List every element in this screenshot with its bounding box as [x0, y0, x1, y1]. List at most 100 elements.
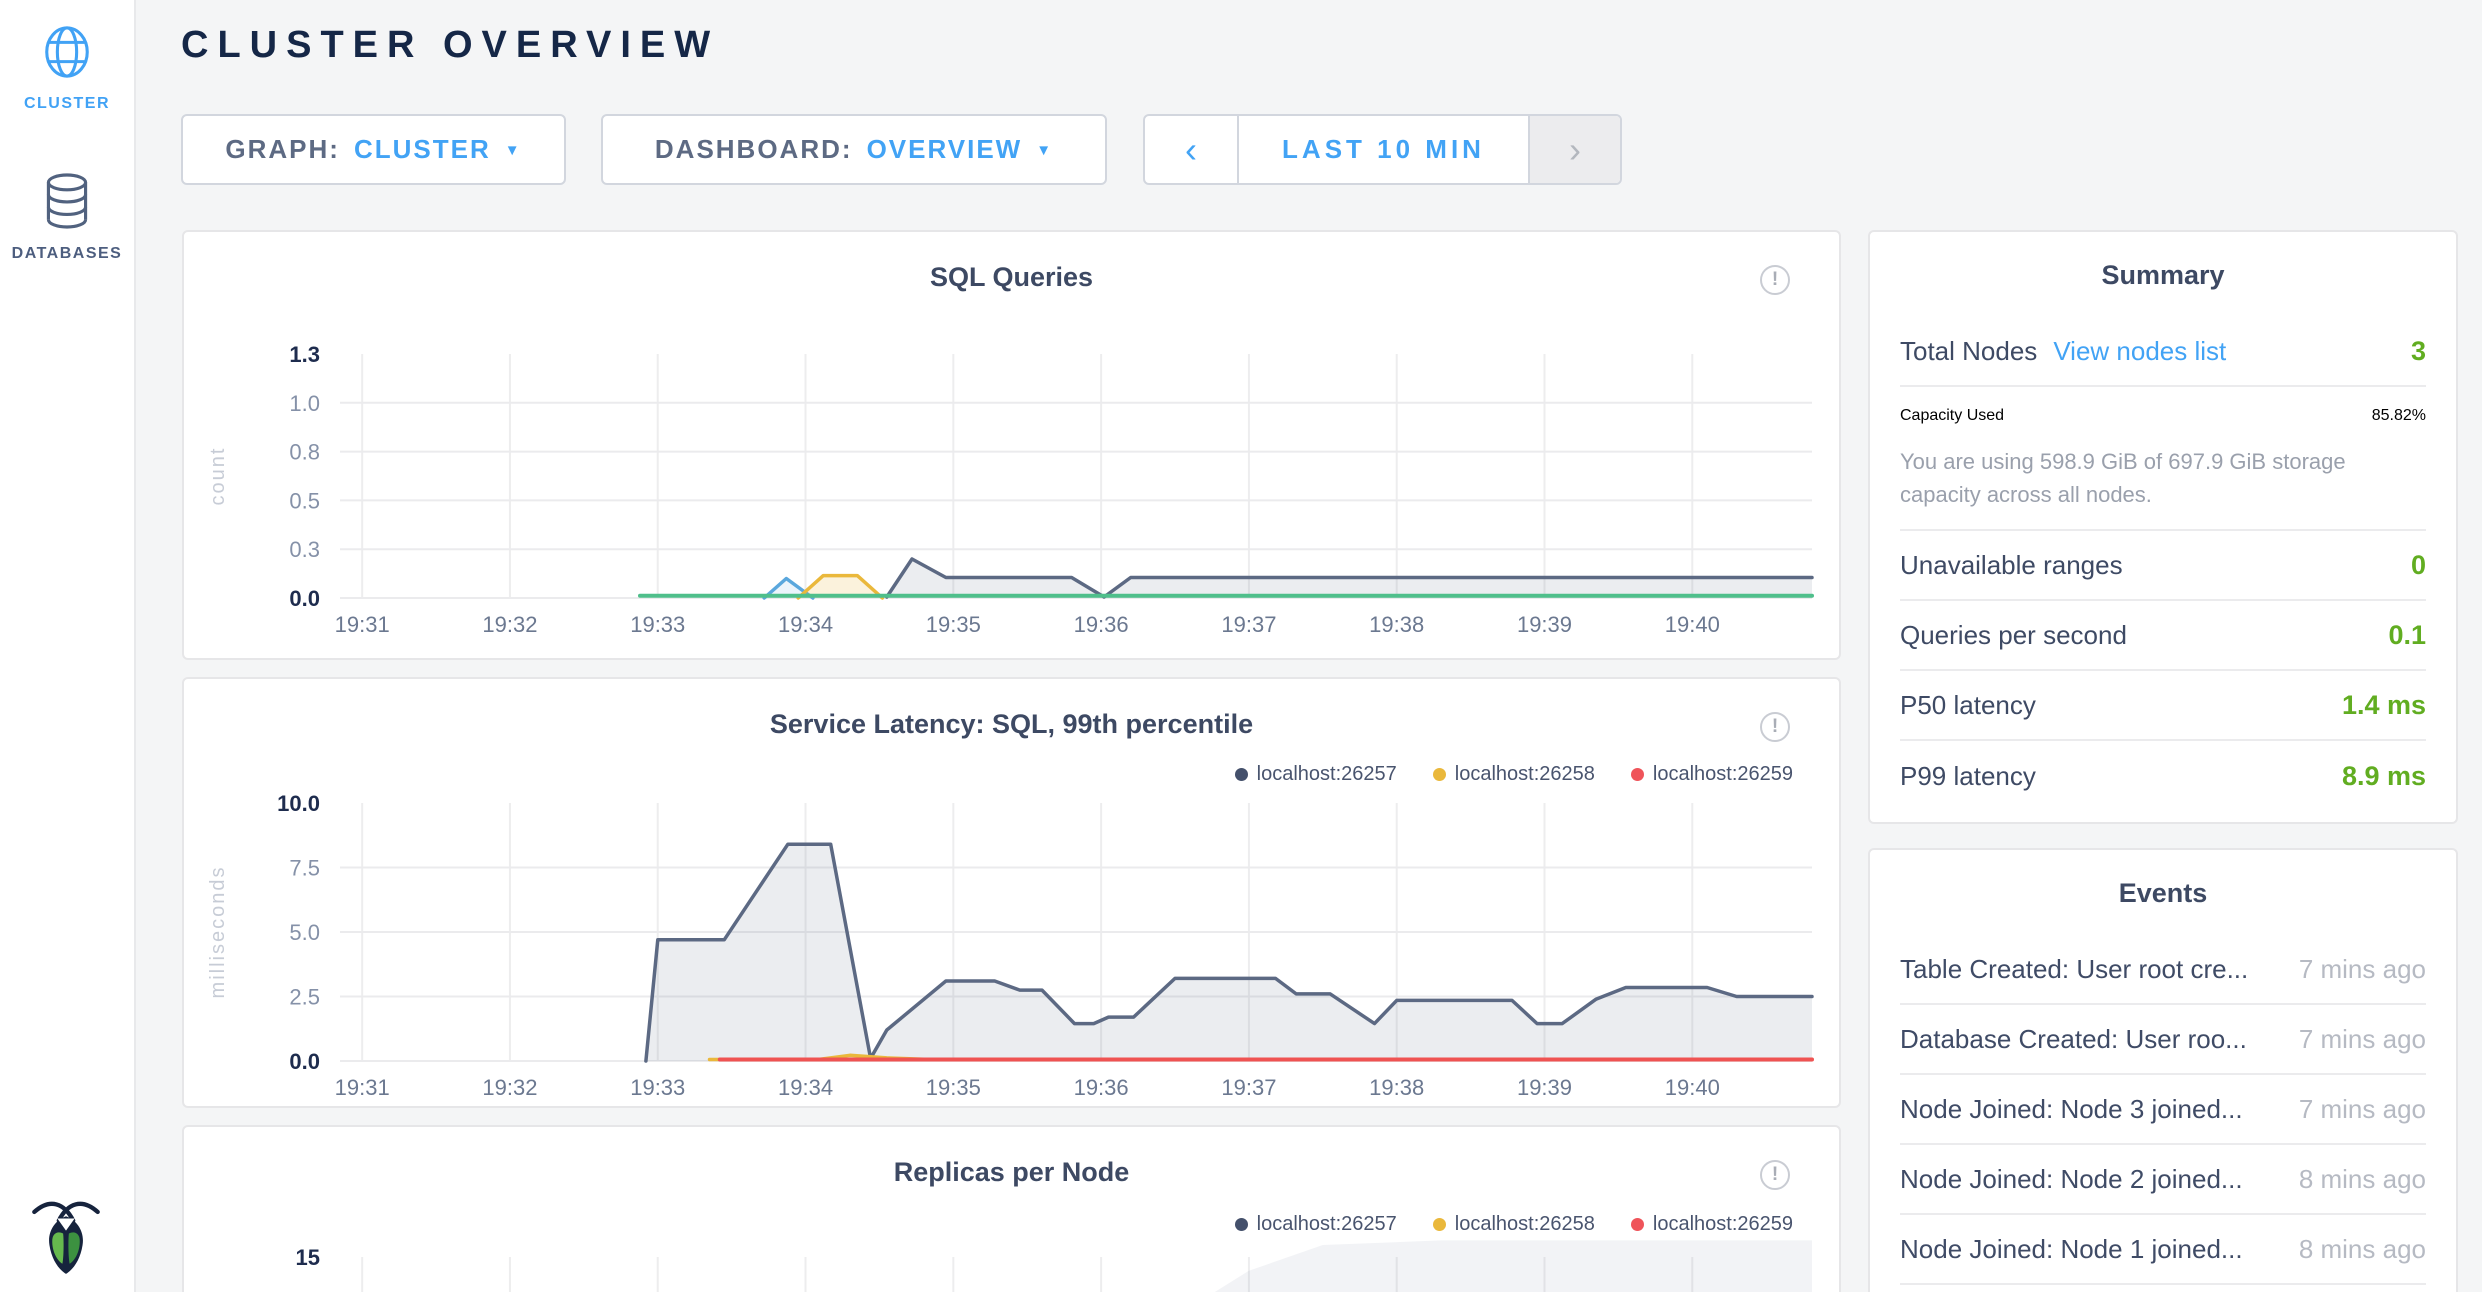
summary-value: 3 [2411, 336, 2426, 367]
legend-label: localhost:26259 [1653, 1213, 1793, 1236]
legend-dot-icon [1433, 1218, 1446, 1231]
sql-queries-card: 19:3119:3219:3319:3419:3519:3619:3719:38… [182, 230, 1841, 660]
chevron-right-icon: › [1569, 132, 1581, 168]
capacity-description: You are using 598.9 GiB of 697.9 GiB sto… [1900, 445, 2400, 511]
sidebar-item-databases[interactable]: DATABASES [0, 172, 134, 263]
info-icon[interactable]: ! [1760, 712, 1790, 742]
page-title: CLUSTER OVERVIEW [181, 24, 719, 67]
time-window-label[interactable]: LAST 10 MIN [1239, 116, 1528, 183]
dashboard-dropdown[interactable]: DASHBOARD: OVERVIEW ▼ [601, 114, 1107, 185]
summary-label: Total NodesView nodes list [1900, 336, 2226, 367]
summary-row-unavailable-ranges: Unavailable ranges 0 [1900, 531, 2426, 601]
events-title: Events [1870, 878, 2456, 909]
svg-text:19:33: 19:33 [630, 612, 685, 637]
svg-text:19:33: 19:33 [630, 1075, 685, 1100]
time-next-button[interactable]: › [1528, 116, 1620, 183]
summary-title: Summary [1870, 260, 2456, 291]
svg-text:19:36: 19:36 [1074, 1075, 1129, 1100]
event-text: Node Joined: Node 2 joined... [1900, 1164, 2243, 1195]
chevron-down-icon: ▼ [505, 142, 522, 159]
dashboard-dropdown-label: DASHBOARD: [655, 134, 853, 165]
legend-label: localhost:26257 [1257, 1213, 1397, 1236]
svg-text:19:38: 19:38 [1369, 612, 1424, 637]
cockroach-icon [30, 1192, 102, 1278]
graph-dropdown[interactable]: GRAPH: CLUSTER ▼ [181, 114, 566, 185]
svg-text:0.8: 0.8 [289, 440, 320, 465]
legend-item[interactable]: localhost:26257 [1235, 763, 1397, 786]
sidebar: CLUSTER DATABASES [0, 0, 136, 1292]
info-icon[interactable]: ! [1760, 265, 1790, 295]
legend-item[interactable]: localhost:26257 [1235, 1213, 1397, 1236]
summary-value: 0 [2411, 550, 2426, 581]
summary-value: 8.9 ms [2342, 761, 2426, 792]
svg-text:19:32: 19:32 [482, 612, 537, 637]
summary-label: Capacity Used [1900, 407, 2004, 425]
summary-panel: Summary Total NodesView nodes list 3 Cap… [1868, 230, 2458, 824]
time-prev-button[interactable]: ‹ [1145, 116, 1239, 183]
svg-text:count: count [207, 447, 229, 506]
sidebar-item-cluster[interactable]: CLUSTER [0, 24, 134, 113]
svg-text:19:39: 19:39 [1517, 1075, 1572, 1100]
globe-icon [40, 24, 94, 80]
event-row: Node Joined: Node 1 joined... 8 mins ago [1900, 1215, 2426, 1285]
legend-label: localhost:26257 [1257, 763, 1397, 786]
svg-text:19:40: 19:40 [1665, 1075, 1720, 1100]
svg-text:19:35: 19:35 [926, 1075, 981, 1100]
svg-text:19:34: 19:34 [778, 612, 833, 637]
graph-dropdown-label: GRAPH: [225, 134, 340, 165]
svg-text:19:38: 19:38 [1369, 1075, 1424, 1100]
svg-text:1.0: 1.0 [289, 391, 320, 416]
event-time: 7 mins ago [2299, 1094, 2426, 1125]
svg-text:19:34: 19:34 [778, 1075, 833, 1100]
legend-label: localhost:26259 [1653, 763, 1793, 786]
summary-row-p99-latency: P99 latency 8.9 ms [1900, 741, 2426, 811]
service-latency-chart[interactable]: 19:31 19:32 19:33 19:34 19:35 19:36 19:37 19:38… [184, 679, 1843, 1110]
svg-text:1.3: 1.3 [289, 342, 320, 367]
event-time: 7 mins ago [2299, 1024, 2426, 1055]
view-nodes-list-link[interactable]: View nodes list [2053, 336, 2226, 366]
svg-text:0.0: 0.0 [289, 586, 320, 611]
sidebar-item-label: CLUSTER [0, 95, 134, 113]
svg-text:19:39: 19:39 [1517, 612, 1572, 637]
chevron-left-icon: ‹ [1185, 132, 1197, 168]
summary-label: Unavailable ranges [1900, 550, 2123, 581]
legend-item[interactable]: localhost:26259 [1631, 763, 1793, 786]
svg-text:19:35: 19:35 [926, 612, 981, 637]
dashboard-dropdown-value: OVERVIEW [867, 134, 1023, 165]
svg-text:19:37: 19:37 [1221, 1075, 1276, 1100]
legend-label: localhost:26258 [1455, 1213, 1595, 1236]
event-text: Node Joined: Node 1 joined... [1900, 1234, 2243, 1265]
service-latency-card: 19:31 19:32 19:33 19:34 19:35 19:36 19:37 19:38… [182, 677, 1841, 1108]
svg-text:19:37: 19:37 [1221, 612, 1276, 637]
legend-dot-icon [1433, 768, 1446, 781]
event-row: Node Joined: Node 2 joined... 8 mins ago [1900, 1145, 2426, 1215]
svg-text:5.0: 5.0 [289, 920, 320, 945]
summary-label: P50 latency [1900, 690, 2036, 721]
summary-row-capacity: Capacity Used 85.82% You are using 598.9… [1900, 387, 2426, 531]
summary-value: 0.1 [2388, 620, 2426, 651]
replicas-per-node-chart[interactable]: 19:3119:3219:3319:3419:3519:3619:3719:38… [184, 1127, 1843, 1292]
svg-text:7.5: 7.5 [289, 856, 320, 881]
event-time: 7 mins ago [2299, 954, 2426, 985]
databases-icon [41, 172, 93, 230]
cockroachdb-logo[interactable] [30, 1192, 102, 1278]
graph-dropdown-value: CLUSTER [354, 134, 491, 165]
svg-text:15: 15 [296, 1245, 320, 1270]
sql-queries-chart[interactable]: 19:3119:3219:3319:3419:3519:3619:3719:38… [184, 232, 1843, 662]
event-text: Node Joined: Node 3 joined... [1900, 1094, 2243, 1125]
summary-value: 1.4 ms [2342, 690, 2426, 721]
legend-item[interactable]: localhost:26258 [1433, 1213, 1595, 1236]
sidebar-item-label: DATABASES [0, 245, 134, 263]
event-text: Database Created: User roo... [1900, 1024, 2247, 1055]
svg-text:19:32: 19:32 [482, 1075, 537, 1100]
legend-item[interactable]: localhost:26258 [1433, 763, 1595, 786]
summary-row-queries-per-second: Queries per second 0.1 [1900, 601, 2426, 671]
summary-value: 85.82% [2372, 407, 2426, 425]
svg-text:19:31: 19:31 [335, 1075, 390, 1100]
svg-text:2.5: 2.5 [289, 985, 320, 1010]
info-icon[interactable]: ! [1760, 1160, 1790, 1190]
chevron-down-icon: ▼ [1036, 142, 1053, 159]
svg-text:0.5: 0.5 [289, 488, 320, 513]
legend-item[interactable]: localhost:26259 [1631, 1213, 1793, 1236]
chart-legend: localhost:26257 localhost:26258 localhos… [1235, 763, 1793, 786]
